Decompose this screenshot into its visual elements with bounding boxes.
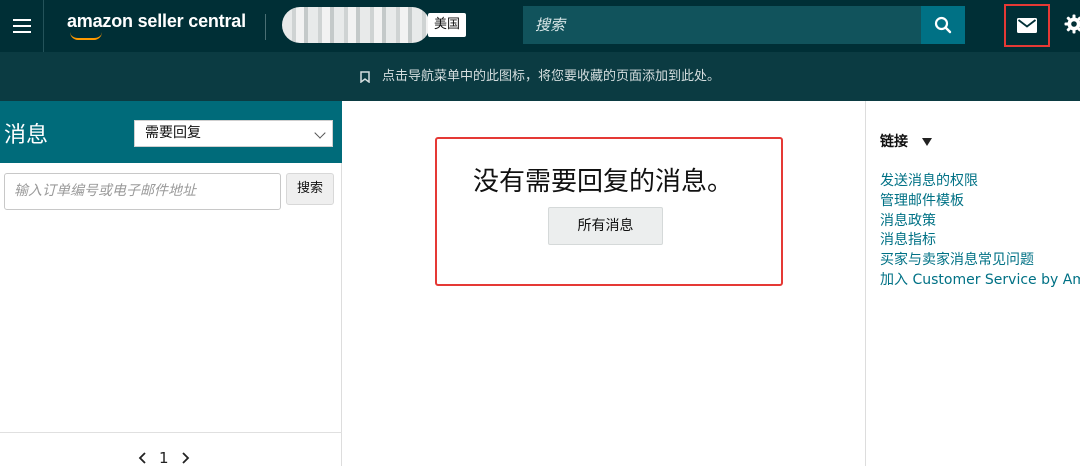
header-search-input[interactable]: 搜索 — [523, 6, 921, 44]
page-title: 消息 — [4, 117, 48, 149]
logo-text: amazon seller central — [67, 11, 246, 31]
chevron-down-icon — [314, 127, 325, 138]
pager-divider — [0, 432, 342, 433]
left-message-panel: 消息 需要回复 输入订单编号或电子邮件地址 搜索 1 — [0, 101, 342, 466]
header-search-button[interactable] — [921, 6, 965, 44]
all-messages-button[interactable]: 所有消息 — [548, 207, 663, 245]
empty-state-message: 没有需要回复的消息。 — [473, 161, 733, 198]
link-send-permissions[interactable]: 发送消息的权限 — [880, 172, 1080, 192]
marketplace-country[interactable]: 美国 — [428, 13, 466, 37]
links-heading[interactable]: 链接 — [880, 131, 932, 151]
account-name-blurred[interactable] — [282, 7, 430, 43]
caret-down-icon — [922, 138, 932, 146]
page-number[interactable]: 1 — [159, 449, 169, 467]
menu-button[interactable] — [0, 0, 44, 52]
gear-icon[interactable] — [1064, 14, 1080, 34]
messages-button[interactable] — [1004, 4, 1050, 47]
links-list: 发送消息的权限 管理邮件模板 消息政策 消息指标 买家与卖家消息常见问题 加入 … — [880, 172, 1080, 291]
links-heading-label: 链接 — [880, 134, 908, 150]
link-message-metrics[interactable]: 消息指标 — [880, 231, 1080, 251]
bookmark-icon — [360, 71, 370, 83]
order-email-search-input[interactable]: 输入订单编号或电子邮件地址 — [4, 173, 281, 210]
top-navigation-bar: amazon seller central 美国 搜索 — [0, 0, 1080, 52]
bookmark-notice-bar: 点击导航菜单中的此图标，将您要收藏的页面添加到此处。 — [0, 52, 1080, 101]
amazon-seller-central-logo[interactable]: amazon seller central — [67, 11, 246, 32]
menu-icon — [13, 25, 31, 27]
link-customer-service-by-amazon[interactable]: 加入 Customer Service by Amazon — [880, 271, 1080, 291]
left-panel-header: 消息 需要回复 — [0, 101, 342, 163]
link-manage-templates[interactable]: 管理邮件模板 — [880, 192, 1080, 212]
message-filter-select[interactable]: 需要回复 — [134, 120, 333, 147]
logo-smile-icon — [70, 32, 102, 40]
empty-state-box: 没有需要回复的消息。 所有消息 — [435, 137, 783, 286]
notice-text: 点击导航菜单中的此图标，将您要收藏的页面添加到此处。 — [382, 69, 720, 84]
mail-icon — [1017, 18, 1037, 33]
link-message-policy[interactable]: 消息政策 — [880, 212, 1080, 232]
right-links-panel: 链接 发送消息的权限 管理邮件模板 消息政策 消息指标 买家与卖家消息常见问题 … — [865, 101, 1080, 466]
search-icon — [934, 16, 952, 34]
link-faq[interactable]: 买家与卖家消息常见问题 — [880, 251, 1080, 271]
header-divider — [265, 14, 266, 40]
chevron-right-icon[interactable] — [182, 452, 190, 464]
filter-selected-value: 需要回复 — [145, 125, 201, 141]
pagination: 1 — [138, 449, 190, 467]
chevron-left-icon[interactable] — [138, 452, 146, 464]
left-search-button[interactable]: 搜索 — [286, 173, 334, 205]
